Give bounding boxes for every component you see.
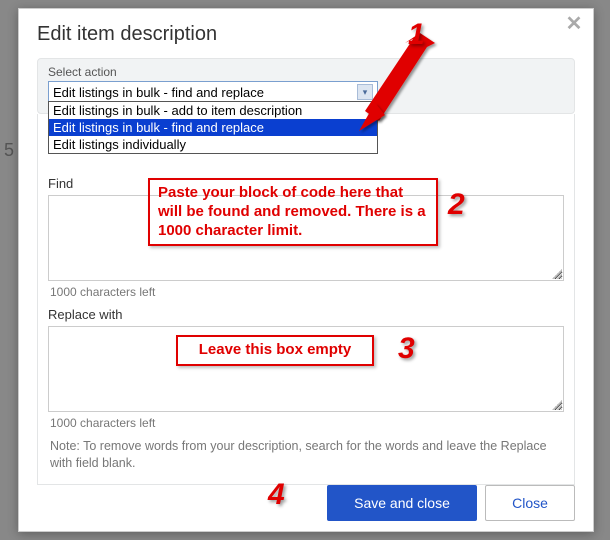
action-select-value: Edit listings in bulk - find and replace [53,85,264,100]
close-icon[interactable]: ✕ [565,15,583,33]
select-action-label: Select action [48,65,564,79]
edit-panel: Find 1000 characters left Replace with 1… [37,114,575,485]
find-chars-left: 1000 characters left [50,285,564,299]
replace-textarea[interactable] [48,326,564,412]
replace-label: Replace with [48,307,564,322]
action-dropdown: Edit listings in bulk - add to item desc… [48,101,378,154]
find-label: Find [48,176,564,191]
option-edit-individually[interactable]: Edit listings individually [49,136,377,153]
resize-grip-icon[interactable] [552,400,562,410]
action-select[interactable]: Edit listings in bulk - find and replace… [48,81,378,103]
background-partial-text: 5 [4,140,14,161]
find-textarea[interactable] [48,195,564,281]
modal-title: Edit item description [19,9,593,52]
replace-chars-left: 1000 characters left [50,416,564,430]
note-text: Note: To remove words from your descript… [50,438,562,472]
chevron-down-icon: ▾ [357,84,373,100]
option-find-and-replace[interactable]: Edit listings in bulk - find and replace [49,119,377,136]
option-add-to-description[interactable]: Edit listings in bulk - add to item desc… [49,102,377,119]
edit-description-modal: ✕ Edit item description Select action Ed… [18,8,594,532]
save-and-close-button[interactable]: Save and close [327,485,477,521]
resize-grip-icon[interactable] [552,269,562,279]
close-button[interactable]: Close [485,485,575,521]
modal-footer: Save and close Close [327,485,575,521]
action-bar: Select action Edit listings in bulk - fi… [37,58,575,114]
